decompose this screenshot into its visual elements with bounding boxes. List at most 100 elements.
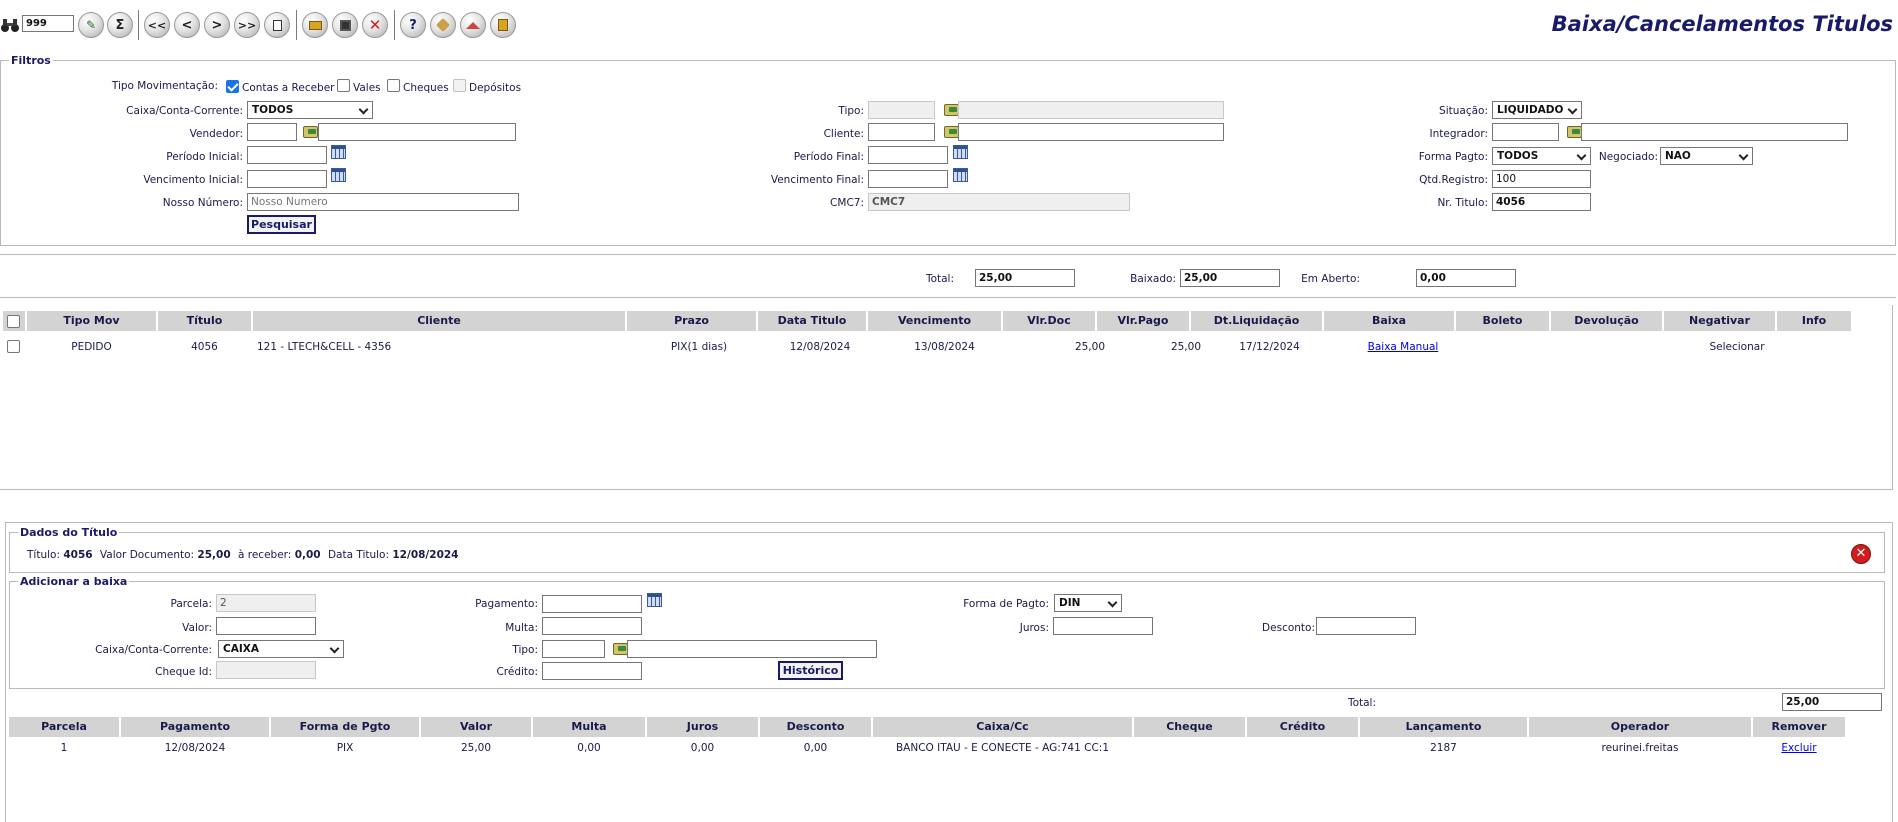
periodo-inicial-input[interactable] [247,146,327,164]
multa-input[interactable] [542,617,642,635]
situacao-select[interactable]: LIQUIDADO [1492,101,1582,119]
integrador-lookup-icon[interactable] [1567,126,1582,138]
juros-input[interactable] [1053,617,1153,635]
vendedor-code-input[interactable] [247,123,297,141]
save-icon[interactable] [332,12,358,38]
parcela-label: Parcela: [170,598,212,610]
cliente-name-input[interactable] [958,123,1224,141]
open-folder-icon[interactable] [302,12,328,38]
a-receber-label: à receber: [237,549,292,561]
page-title: Baixa/Cancelamentos Titulos [1551,12,1893,36]
exit-icon[interactable] [490,12,516,38]
vendedor-lookup-icon[interactable] [303,126,318,138]
vencimento-inicial-calendar-icon[interactable] [331,168,346,182]
sum-icon[interactable]: Σ [107,12,133,38]
baixa-total-input[interactable]: 25,00 [1782,693,1882,711]
tipo-name-input[interactable] [958,101,1224,119]
titles-header-tipo-mov: Tipo Mov [27,311,156,331]
select-all-checkbox[interactable] [7,315,20,328]
periodo-inicial-calendar-icon[interactable] [331,145,346,159]
help-icon[interactable]: ? [400,12,426,38]
tipo-code-input[interactable] [868,101,935,119]
em-aberto-input[interactable]: 0,00 [1416,269,1516,287]
cmc7-input[interactable]: CMC7 [868,193,1130,211]
credito-input[interactable] [542,662,642,680]
historico-button[interactable]: Histórico [778,661,843,680]
baixado-input[interactable]: 25,00 [1180,269,1280,287]
cliente-lookup-icon[interactable] [944,126,959,138]
cell-vlr-pago: 25,00 [1170,341,1201,353]
cheque-id-input[interactable] [216,661,316,679]
depositos-checkbox [453,79,466,92]
periodo-final-calendar-icon[interactable] [953,145,968,159]
vencimento-final-label: Vencimento Final: [770,174,864,186]
total-input[interactable]: 25,00 [975,269,1075,287]
nosso-numero-input[interactable]: Nosso Numero [247,193,519,211]
delete-icon[interactable]: ✕ [362,12,388,38]
caixa-conta-corrente-select[interactable]: TODOS [247,101,373,119]
em-aberto-label: Em Aberto: [1301,273,1360,285]
titulo-value: 4056 [63,549,93,561]
periodo-final-input[interactable] [868,146,948,164]
cheque-id-label: Cheque Id: [155,666,212,678]
vencimento-final-calendar-icon[interactable] [953,168,968,182]
desconto-input[interactable] [1316,617,1416,635]
contas-a-receber-checkbox[interactable] [226,80,239,93]
tipo-baixa-lookup-icon[interactable] [613,643,628,655]
periodo-inicial-label: Período Inicial: [166,151,243,163]
home-icon[interactable] [460,12,486,38]
row-select-checkbox[interactable] [7,340,20,353]
previous-record-icon[interactable]: < [174,12,200,38]
baixa-cell-pagamento: 12/08/2024 [164,742,226,754]
qtd-registro-input[interactable]: 100 [1492,170,1591,188]
new-document-icon[interactable] [264,12,290,38]
toolbar-separator [296,10,297,40]
a-receber-value: 0,00 [294,549,321,561]
cheques-label: Cheques [403,82,449,94]
cell-data-titulo: 12/08/2024 [789,341,851,353]
negativar-selecionar-link[interactable]: Selecionar [1664,341,1810,353]
tipo-lookup-icon[interactable] [944,104,959,116]
contas-a-receber-label: Contas a Receber [242,82,335,94]
nr-titulo-input[interactable]: 4056 [1492,193,1591,211]
integrador-code-input[interactable] [1492,123,1559,141]
baixa-manual-link[interactable]: Baixa Manual [1324,341,1482,353]
tools-icon[interactable] [430,12,456,38]
desconto-label: Desconto: [1262,622,1315,634]
baixa-cell-parcela: 1 [60,742,68,754]
baixa-cell-multa: 0,00 [577,742,601,754]
negociado-select[interactable]: NAO [1660,147,1753,165]
cell-prazo: PIX(1 dias) [670,341,728,353]
vales-checkbox[interactable] [337,79,350,92]
integrador-name-input[interactable] [1581,123,1848,141]
binoculars-icon[interactable] [0,15,20,35]
pagamento-input[interactable] [542,595,642,613]
forma-pagto-select[interactable]: TODOS [1492,147,1591,165]
close-icon[interactable]: ✕ [1851,544,1871,564]
tipo-code-baixa-input[interactable] [542,640,605,658]
baixa-cell-caixa-cc: BANCO ITAU - E CONECTE - AG:741 CC:1 [895,742,1110,754]
cheques-checkbox[interactable] [387,79,400,92]
last-record-icon[interactable]: >> [234,12,260,38]
pagamento-calendar-icon[interactable] [647,593,662,607]
titles-header-devolucao: Devolução [1551,311,1662,331]
titles-header-boleto: Boleto [1456,311,1549,331]
valor-input[interactable] [216,617,316,635]
pesquisar-button[interactable]: Pesquisar [247,215,316,234]
vencimento-inicial-input[interactable] [247,170,327,188]
vencimento-final-input[interactable] [868,170,948,188]
caixa-select[interactable]: CAIXA [218,640,344,658]
edit-list-icon[interactable]: ✎ [78,12,104,38]
vendedor-name-input[interactable] [318,123,516,141]
caixa-label: Caixa/Conta-Corrente: [95,644,212,656]
first-record-icon[interactable]: << [144,12,170,38]
parcela-input[interactable]: 2 [216,594,316,612]
next-record-icon[interactable]: > [204,12,230,38]
tipo-name-baixa-input[interactable] [627,640,877,658]
excluir-link[interactable]: Excluir [1753,742,1845,754]
baixas-header-parcela: Parcela [9,717,119,737]
record-count-input[interactable]: 999 [22,15,74,32]
forma-de-pagto-select[interactable]: DIN [1054,594,1122,612]
baixas-header-remover: Remover [1753,717,1845,737]
cliente-code-input[interactable] [868,123,935,141]
